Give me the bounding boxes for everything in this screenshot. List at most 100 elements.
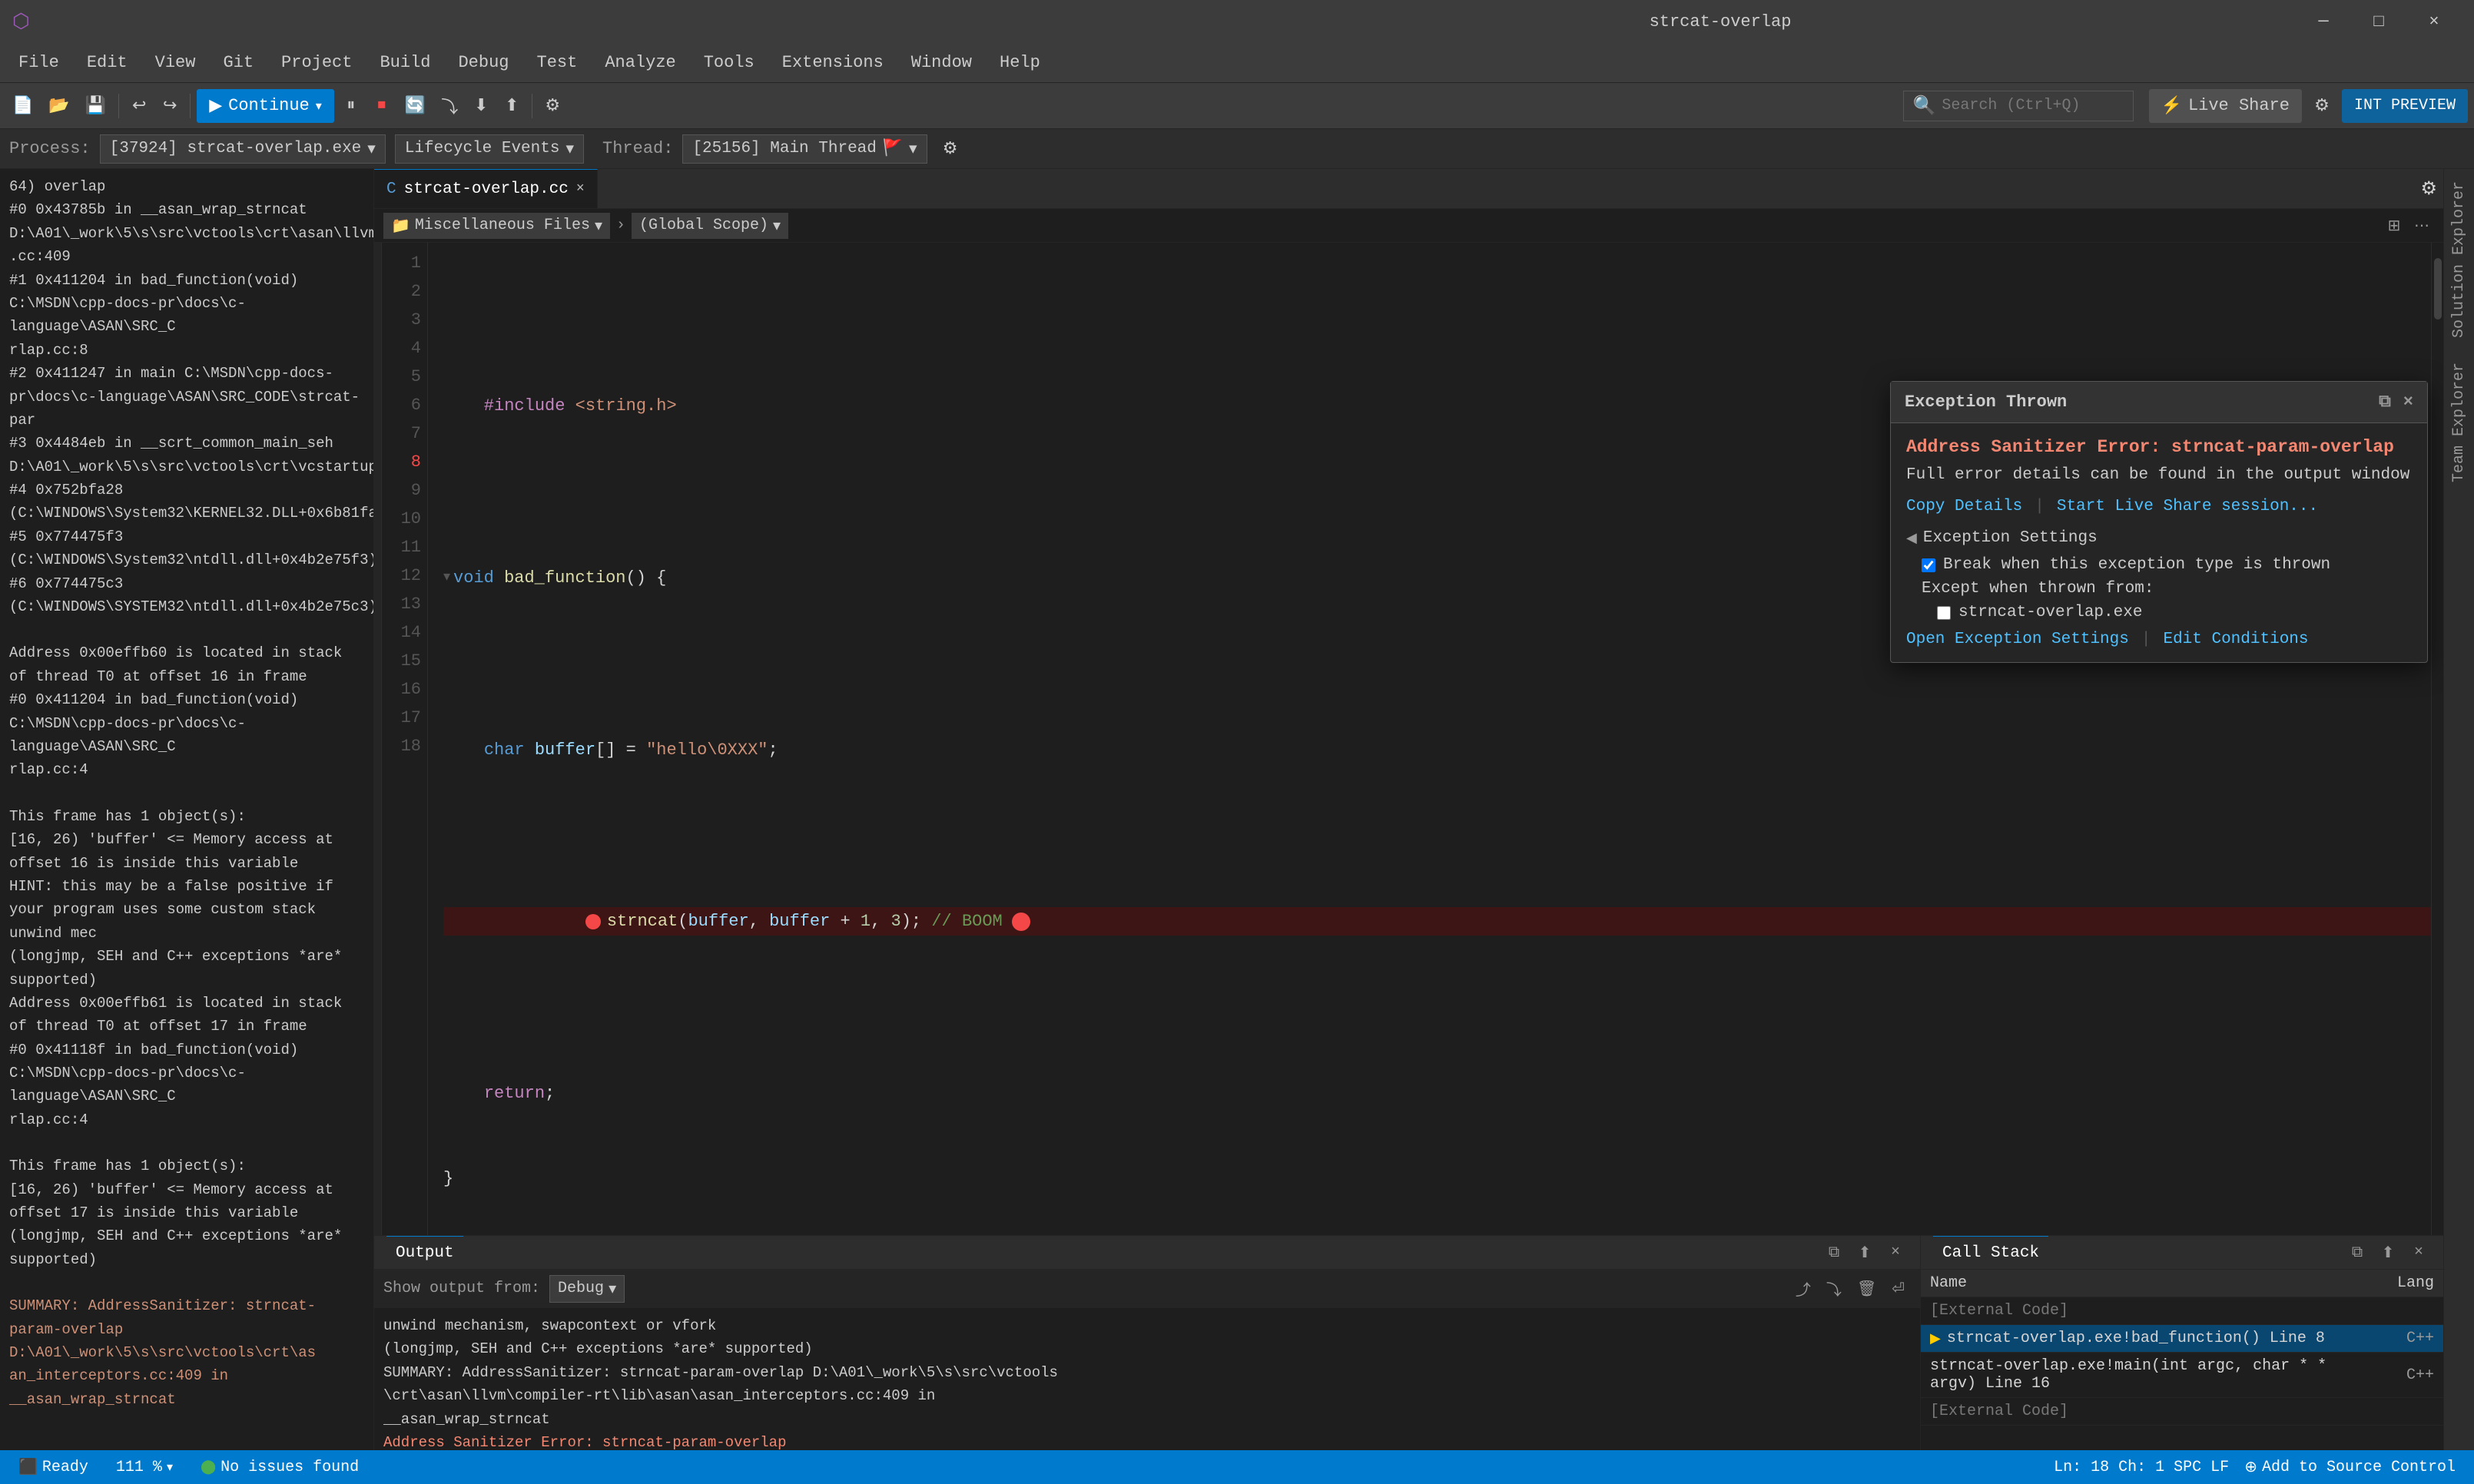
menu-tools[interactable]: Tools: [691, 48, 767, 77]
toolbar-open[interactable]: 📂: [42, 89, 75, 123]
breadcrumb-files[interactable]: 📁 Miscellaneous Files ▾: [383, 213, 610, 239]
toolbar-step-over[interactable]: ⤵: [435, 89, 464, 123]
debug-fn-1c: rlap.cc:4: [9, 758, 364, 781]
toolbar-redo[interactable]: ↪: [156, 89, 184, 123]
scrollbar-thumb[interactable]: [2434, 258, 2442, 320]
menu-project[interactable]: Project: [269, 48, 364, 77]
close-button[interactable]: ×: [2406, 0, 2462, 43]
start-live-share-link[interactable]: Start Live Share session...: [2057, 498, 2318, 515]
toolbar-settings-2[interactable]: ⚙: [2308, 89, 2336, 123]
debug-output: 64) overlap #0 0x43785b in __asan_wrap_s…: [0, 169, 373, 1450]
menu-git[interactable]: Git: [211, 48, 266, 77]
fold-icon-4[interactable]: ▾: [443, 566, 450, 590]
team-explorer-label[interactable]: Team Explorer: [2444, 350, 2474, 495]
cs-row-external-2[interactable]: [External Code]: [1921, 1398, 2443, 1426]
thread-dropdown[interactable]: [25156] Main Thread 🚩 ▾: [682, 134, 927, 164]
int-preview-button[interactable]: INT PREVIEW: [2342, 89, 2468, 123]
menu-file[interactable]: File: [6, 48, 71, 77]
menu-window[interactable]: Window: [899, 48, 984, 77]
line-col-value: Ln: 18 Ch: 1 SPC LF: [2054, 1459, 2229, 1476]
exception-close-button[interactable]: ×: [2403, 393, 2413, 412]
toolbar-save[interactable]: 💾: [79, 89, 112, 123]
output-clear[interactable]: 🗑: [1851, 1274, 1882, 1303]
tab-close-button[interactable]: ×: [576, 181, 585, 197]
output-wrap[interactable]: ⏎: [1885, 1274, 1911, 1303]
process-dropdown[interactable]: [37924] strcat-overlap.exe ▾: [100, 134, 386, 164]
issues-indicator[interactable]: ⬤ No issues found: [194, 1450, 365, 1484]
callstack-close[interactable]: ×: [2406, 1241, 2431, 1265]
except-exe-checkbox[interactable]: [1937, 606, 1951, 620]
output-line-5: __asan_wrap_strncat: [383, 1408, 1911, 1431]
toolbar-step-into[interactable]: ⬇: [467, 89, 495, 123]
cs-row-external-1[interactable]: [External Code]: [1921, 1297, 2443, 1325]
output-tab[interactable]: Output: [386, 1236, 463, 1270]
exception-links: Copy Details | Start Live Share session.…: [1906, 498, 2412, 515]
exception-error-title: Address Sanitizer Error: strncat-param-o…: [1906, 437, 2412, 457]
lifecycle-dropdown[interactable]: Lifecycle Events ▾: [395, 134, 584, 164]
break-when-thrown-checkbox[interactable]: [1922, 558, 1935, 572]
toolbar-stop[interactable]: ⏹: [368, 89, 396, 123]
add-to-source-control[interactable]: ⊕ Add to Source Control: [2238, 1450, 2462, 1484]
call-stack-tab[interactable]: Call Stack: [1933, 1236, 2048, 1270]
cs-row-main[interactable]: strncat-overlap.exe!main(int argc, char …: [1921, 1353, 2443, 1398]
toolbar-new-file[interactable]: 📄: [6, 89, 39, 123]
edit-conditions-link[interactable]: Edit Conditions: [2163, 631, 2308, 648]
menu-debug[interactable]: Debug: [446, 48, 521, 77]
callstack-undock[interactable]: ⧉: [2345, 1241, 2370, 1265]
debug-summary: SUMMARY: AddressSanitizer: strncat-param…: [9, 1294, 364, 1364]
thread-chevron: ▾: [909, 139, 917, 159]
solution-explorer-label[interactable]: Solution Explorer: [2444, 169, 2474, 350]
editor-scrollbar[interactable]: [2431, 243, 2443, 1235]
callstack-move[interactable]: ⬆: [2376, 1241, 2400, 1265]
more-options-button[interactable]: ⋯: [2409, 214, 2434, 238]
breadcrumb-left: Miscellaneous Files: [415, 217, 590, 234]
toolbar-restart[interactable]: 🔄: [399, 89, 432, 123]
call-stack-panel: Call Stack ⧉ ⬆ × Name Lang [External Cod…: [1921, 1236, 2443, 1450]
toolbar-undo[interactable]: ↩: [125, 89, 153, 123]
left-panel: 64) overlap #0 0x43785b in __asan_wrap_s…: [0, 169, 374, 1450]
tab-add-button[interactable]: ⚙: [2414, 169, 2443, 208]
output-move-button[interactable]: ⬆: [1852, 1241, 1877, 1265]
output-scroll-up[interactable]: ⤴: [1789, 1274, 1817, 1303]
toolbar-pause[interactable]: ⏸: [337, 89, 365, 123]
settings-triangle-icon: ◀: [1906, 530, 1917, 547]
tab-strcat-overlap[interactable]: C strcat-overlap.cc ×: [374, 169, 598, 208]
menu-extensions[interactable]: Extensions: [770, 48, 896, 77]
breadcrumb-scope[interactable]: (Global Scope) ▾: [632, 213, 788, 239]
live-share-button[interactable]: ⚡ Live Share: [2149, 89, 2302, 123]
output-close-button[interactable]: ×: [1883, 1241, 1908, 1265]
output-source-value: Debug: [558, 1280, 604, 1297]
output-toolbar: Show output from: Debug ▾ ⤴ ⤵ 🗑 ⏎: [374, 1270, 1920, 1308]
split-editor-button[interactable]: ⊞: [2382, 214, 2406, 238]
toolbar-step-out[interactable]: ⬆: [498, 89, 526, 123]
menu-analyze[interactable]: Analyze: [592, 48, 688, 77]
minimize-button[interactable]: ─: [2296, 0, 2351, 43]
play-icon: ▶: [209, 96, 222, 116]
open-exception-settings-link[interactable]: Open Exception Settings: [1906, 631, 2129, 648]
copy-details-link[interactable]: Copy Details: [1906, 498, 2022, 515]
continue-button[interactable]: ▶ Continue ▾: [197, 89, 334, 123]
zoom-indicator[interactable]: 111 % ▾: [110, 1450, 179, 1484]
cs-row-bad-function[interactable]: ▶ strncat-overlap.exe!bad_function() Lin…: [1921, 1325, 2443, 1353]
menu-view[interactable]: View: [143, 48, 208, 77]
output-scroll-down[interactable]: ⤵: [1820, 1274, 1848, 1303]
menu-help[interactable]: Help: [987, 48, 1053, 77]
output-source-dropdown[interactable]: Debug ▾: [549, 1275, 625, 1303]
exception-undock-button[interactable]: ⧉: [2379, 393, 2391, 412]
debug-settings[interactable]: ⚙: [937, 132, 964, 166]
menu-build[interactable]: Build: [367, 48, 443, 77]
exception-settings-section[interactable]: ◀ Exception Settings: [1906, 529, 2412, 547]
maximize-button[interactable]: □: [2351, 0, 2406, 43]
menu-edit[interactable]: Edit: [75, 48, 140, 77]
search-box[interactable]: 🔍 Search (Ctrl+Q): [1903, 91, 2134, 121]
exception-popup: Exception Thrown ⧉ × Address Sanitizer E…: [1890, 381, 2428, 663]
exception-title: Exception Thrown: [1905, 393, 2067, 412]
output-panel-header: Output ⧉ ⬆ ×: [374, 1236, 1920, 1270]
output-undock-button[interactable]: ⧉: [1822, 1241, 1846, 1265]
line-col-indicator[interactable]: Ln: 18 Ch: 1 SPC LF: [2048, 1450, 2235, 1484]
debug-line-6: #6 0x774475c3 (C:\WINDOWS\SYSTEM32\ntdll…: [9, 572, 364, 619]
menu-test[interactable]: Test: [525, 48, 590, 77]
debug-mode-indicator[interactable]: ⬛ Ready: [12, 1450, 95, 1484]
toolbar-settings[interactable]: ⚙: [539, 89, 566, 123]
toolbar-sep-2: [190, 94, 191, 118]
